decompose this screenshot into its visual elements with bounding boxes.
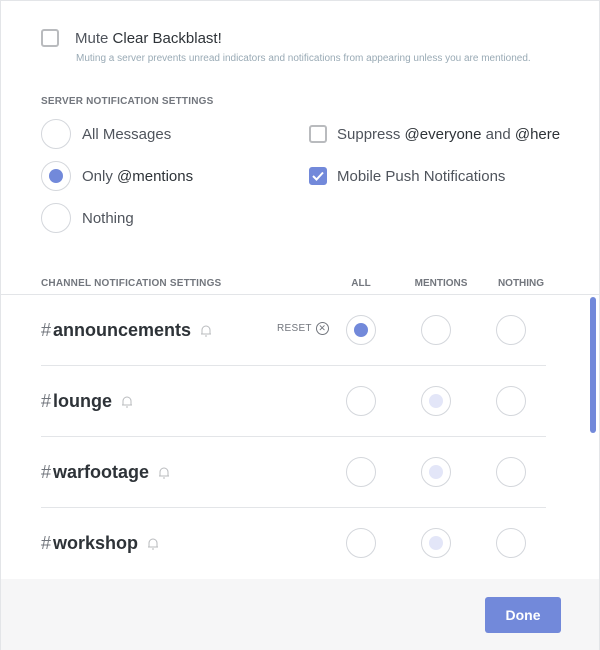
suppress-here: @here <box>514 125 561 143</box>
channel-all-radio[interactable] <box>346 457 376 487</box>
mobile-push-option[interactable]: Mobile Push Notifications <box>309 167 505 185</box>
channel-name: # warfootage <box>41 462 171 483</box>
channel-settings-title: CHANNEL NOTIFICATION SETTINGS <box>41 278 222 289</box>
channel-name: # announcements <box>41 320 213 341</box>
reset-label: RESET <box>277 323 312 334</box>
channel-nothing-radio[interactable] <box>496 315 526 345</box>
mute-server-row[interactable]: Mute Clear Backblast! <box>41 29 222 47</box>
option-only-mentions[interactable]: Only @mentions <box>41 161 193 191</box>
channel-all-radio[interactable] <box>346 528 376 558</box>
option-nothing[interactable]: Nothing <box>41 203 134 233</box>
bell-icon[interactable] <box>146 537 160 551</box>
reset-button[interactable]: RESET ✕ <box>277 322 329 335</box>
nothing-label: Nothing <box>82 209 134 227</box>
scrollbar-thumb[interactable] <box>590 297 596 433</box>
only-mentions-radio[interactable] <box>41 161 71 191</box>
bell-icon[interactable] <box>120 395 134 409</box>
notification-settings-modal: Mute Clear Backblast! Muting a server pr… <box>0 0 600 650</box>
column-mentions: MENTIONS <box>414 278 468 289</box>
radio-default-dot <box>429 536 443 550</box>
suppress-checkbox[interactable] <box>309 125 327 143</box>
channel-nothing-radio[interactable] <box>496 457 526 487</box>
option-all-messages[interactable]: All Messages <box>41 119 171 149</box>
suppress-label: Suppress @everyone and @here <box>337 126 560 143</box>
suppress-prefix: Suppress <box>337 125 405 143</box>
suppress-everyone: @everyone <box>404 125 482 143</box>
mobile-push-checkbox[interactable] <box>309 167 327 185</box>
channel-mentions-radio[interactable] <box>421 528 451 558</box>
channel-name: # workshop <box>41 533 160 554</box>
only-mentions-prefix: Only <box>82 167 118 185</box>
channel-list: # announcements RESET ✕ # lounge # warfo… <box>1 294 599 577</box>
bell-icon[interactable] <box>199 324 213 338</box>
channel-name-text: lounge <box>53 391 113 411</box>
channel-all-radio[interactable] <box>346 315 376 345</box>
channel-row: # warfootage <box>41 437 546 508</box>
mobile-push-label: Mobile Push Notifications <box>337 167 506 185</box>
channel-name-text: announcements <box>53 320 192 340</box>
mute-checkbox[interactable] <box>41 29 59 47</box>
channel-mentions-radio[interactable] <box>421 315 451 345</box>
channel-nothing-radio[interactable] <box>496 386 526 416</box>
nothing-radio[interactable] <box>41 203 71 233</box>
radio-default-dot <box>429 465 443 479</box>
suppress-everyone-option[interactable]: Suppress @everyone and @here <box>309 125 560 143</box>
channel-mentions-radio[interactable] <box>421 386 451 416</box>
channel-name-text: workshop <box>53 533 139 553</box>
checkmark-icon <box>312 171 324 181</box>
radio-selected-dot <box>49 169 63 183</box>
mute-description: Muting a server prevents unread indicato… <box>76 53 531 64</box>
bell-icon[interactable] <box>157 466 171 480</box>
hash-icon: # <box>41 320 52 340</box>
all-messages-label: All Messages <box>82 125 172 143</box>
hash-icon: # <box>41 533 52 553</box>
channel-row: # lounge <box>41 366 546 437</box>
done-button[interactable]: Done <box>485 597 561 633</box>
all-messages-radio[interactable] <box>41 119 71 149</box>
hash-icon: # <box>41 462 52 482</box>
reset-x-icon: ✕ <box>315 322 329 335</box>
channel-all-radio[interactable] <box>346 386 376 416</box>
mute-label: Mute Clear Backblast! <box>75 30 222 47</box>
channel-nothing-radio[interactable] <box>496 528 526 558</box>
server-settings-title: SERVER NOTIFICATION SETTINGS <box>41 96 214 107</box>
channel-name-text: warfootage <box>53 462 150 482</box>
radio-selected-dot <box>354 323 368 337</box>
channel-row: # announcements RESET ✕ <box>41 295 546 366</box>
suppress-and: and <box>481 125 515 143</box>
mute-server-name: Clear Backblast! <box>112 29 222 47</box>
hash-icon: # <box>41 391 52 411</box>
mute-prefix: Mute <box>75 29 109 47</box>
channel-name: # lounge <box>41 391 134 412</box>
modal-footer: Done <box>1 579 599 650</box>
channel-row: # workshop <box>41 508 546 577</box>
column-nothing: NOTHING <box>497 278 545 289</box>
only-mentions-label: Only @mentions <box>82 168 193 185</box>
channel-mentions-radio[interactable] <box>421 457 451 487</box>
column-all: ALL <box>351 278 371 289</box>
radio-default-dot <box>429 394 443 408</box>
only-mentions-mention: @mentions <box>117 167 194 185</box>
